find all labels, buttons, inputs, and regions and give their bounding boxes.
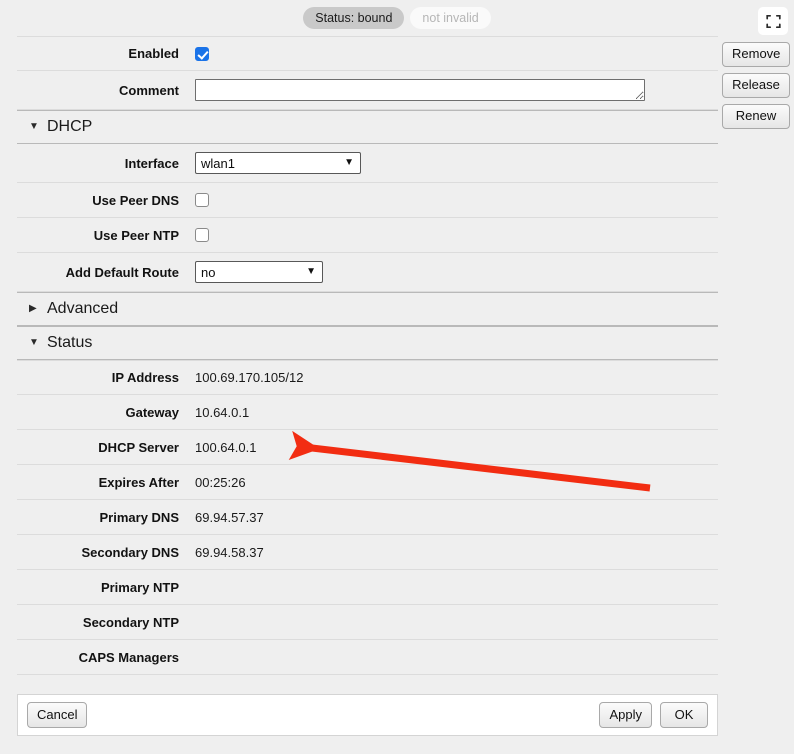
- section-title-advanced: Advanced: [47, 300, 119, 317]
- status-row-value: 100.69.170.105/12: [195, 370, 304, 385]
- row-use-peer-dns: Use Peer DNS: [17, 183, 718, 218]
- row-enabled: Enabled: [17, 36, 718, 71]
- use-peer-dns-checkbox[interactable]: [195, 193, 209, 207]
- use-peer-ntp-label: Use Peer NTP: [93, 227, 179, 243]
- status-row-label: Expires After: [98, 474, 179, 490]
- status-row: Secondary DNS 69.94.58.37: [17, 535, 718, 570]
- status-row: CAPS Managers: [17, 640, 718, 675]
- apply-button[interactable]: Apply: [599, 702, 652, 728]
- status-row-value: 69.94.57.37: [195, 509, 264, 525]
- status-row: Expires After 00:25:26: [17, 465, 718, 500]
- status-row: Primary NTP: [17, 570, 718, 605]
- status-row-label: Secondary NTP: [82, 614, 179, 630]
- section-header-advanced[interactable]: ▶ Advanced: [17, 292, 718, 326]
- status-row-label: Secondary DNS: [81, 544, 179, 560]
- remove-button[interactable]: Remove: [722, 42, 790, 67]
- status-row-label: Primary DNS: [99, 509, 179, 525]
- status-row-label: IP Address: [111, 370, 179, 385]
- section-header-status[interactable]: ▼ Status: [17, 326, 718, 360]
- status-field-list: IP Address 100.69.170.105/12 Gateway 10.64.…: [17, 360, 718, 675]
- status-badge: Status: bound: [303, 7, 405, 29]
- section-title-dhcp: DHCP: [47, 118, 93, 135]
- status-row-label: Gateway: [125, 404, 179, 420]
- form-panel: Enabled Comment ▼ DHCP Interface wlan1 ▼: [17, 36, 718, 675]
- row-comment: Comment: [17, 71, 718, 110]
- interface-select[interactable]: wlan1: [195, 152, 361, 174]
- status-row: Secondary NTP: [17, 605, 718, 640]
- add-default-route-label: Add Default Route: [65, 264, 179, 280]
- status-row-value: 69.94.58.37: [195, 544, 264, 560]
- triangle-down-icon: ▼: [29, 337, 39, 348]
- section-header-dhcp[interactable]: ▼ DHCP: [17, 110, 718, 144]
- renew-button[interactable]: Renew: [722, 104, 790, 129]
- status-row-value: 10.64.0.1: [195, 404, 250, 420]
- comment-input[interactable]: [195, 79, 645, 101]
- release-button[interactable]: Release: [722, 73, 790, 98]
- status-row-label: DHCP Server: [98, 439, 179, 455]
- row-add-default-route: Add Default Route noyes ▼: [17, 253, 718, 292]
- row-interface: Interface wlan1 ▼: [17, 144, 718, 183]
- status-row-value: 00:25:26: [195, 474, 246, 490]
- ok-button[interactable]: OK: [660, 702, 708, 728]
- triangle-right-icon: ▶: [29, 303, 37, 314]
- status-row: DHCP Server 100.64.0.1: [17, 430, 718, 465]
- cancel-button[interactable]: Cancel: [27, 702, 88, 728]
- dialog-footer: Cancel Apply OK: [17, 694, 718, 736]
- fullscreen-icon[interactable]: [758, 7, 788, 35]
- side-action-buttons: Remove Release Renew: [722, 42, 790, 129]
- status-row-value: 100.64.0.1: [195, 439, 257, 455]
- use-peer-dns-label: Use Peer DNS: [92, 192, 179, 208]
- invalid-badge: not invalid: [410, 7, 491, 29]
- status-row: Gateway 10.64.0.1: [17, 395, 718, 430]
- status-row-label: CAPS Managers: [78, 649, 179, 665]
- add-default-route-select[interactable]: noyes: [195, 261, 323, 283]
- interface-label: Interface: [124, 155, 179, 171]
- enabled-label: Enabled: [128, 46, 179, 61]
- status-row: IP Address 100.69.170.105/12: [17, 360, 718, 395]
- status-bar: Status: bound not invalid: [0, 0, 794, 36]
- row-use-peer-ntp: Use Peer NTP: [17, 218, 718, 253]
- status-row: Primary DNS 69.94.57.37: [17, 500, 718, 535]
- dhcp-client-dialog: Status: bound not invalid Remove Release…: [0, 0, 794, 754]
- section-title-status: Status: [47, 334, 93, 351]
- triangle-down-icon: ▼: [29, 121, 39, 132]
- status-row-label: Primary NTP: [100, 579, 179, 595]
- use-peer-ntp-checkbox[interactable]: [195, 228, 209, 242]
- comment-label: Comment: [119, 82, 179, 98]
- enabled-checkbox[interactable]: [195, 46, 209, 61]
